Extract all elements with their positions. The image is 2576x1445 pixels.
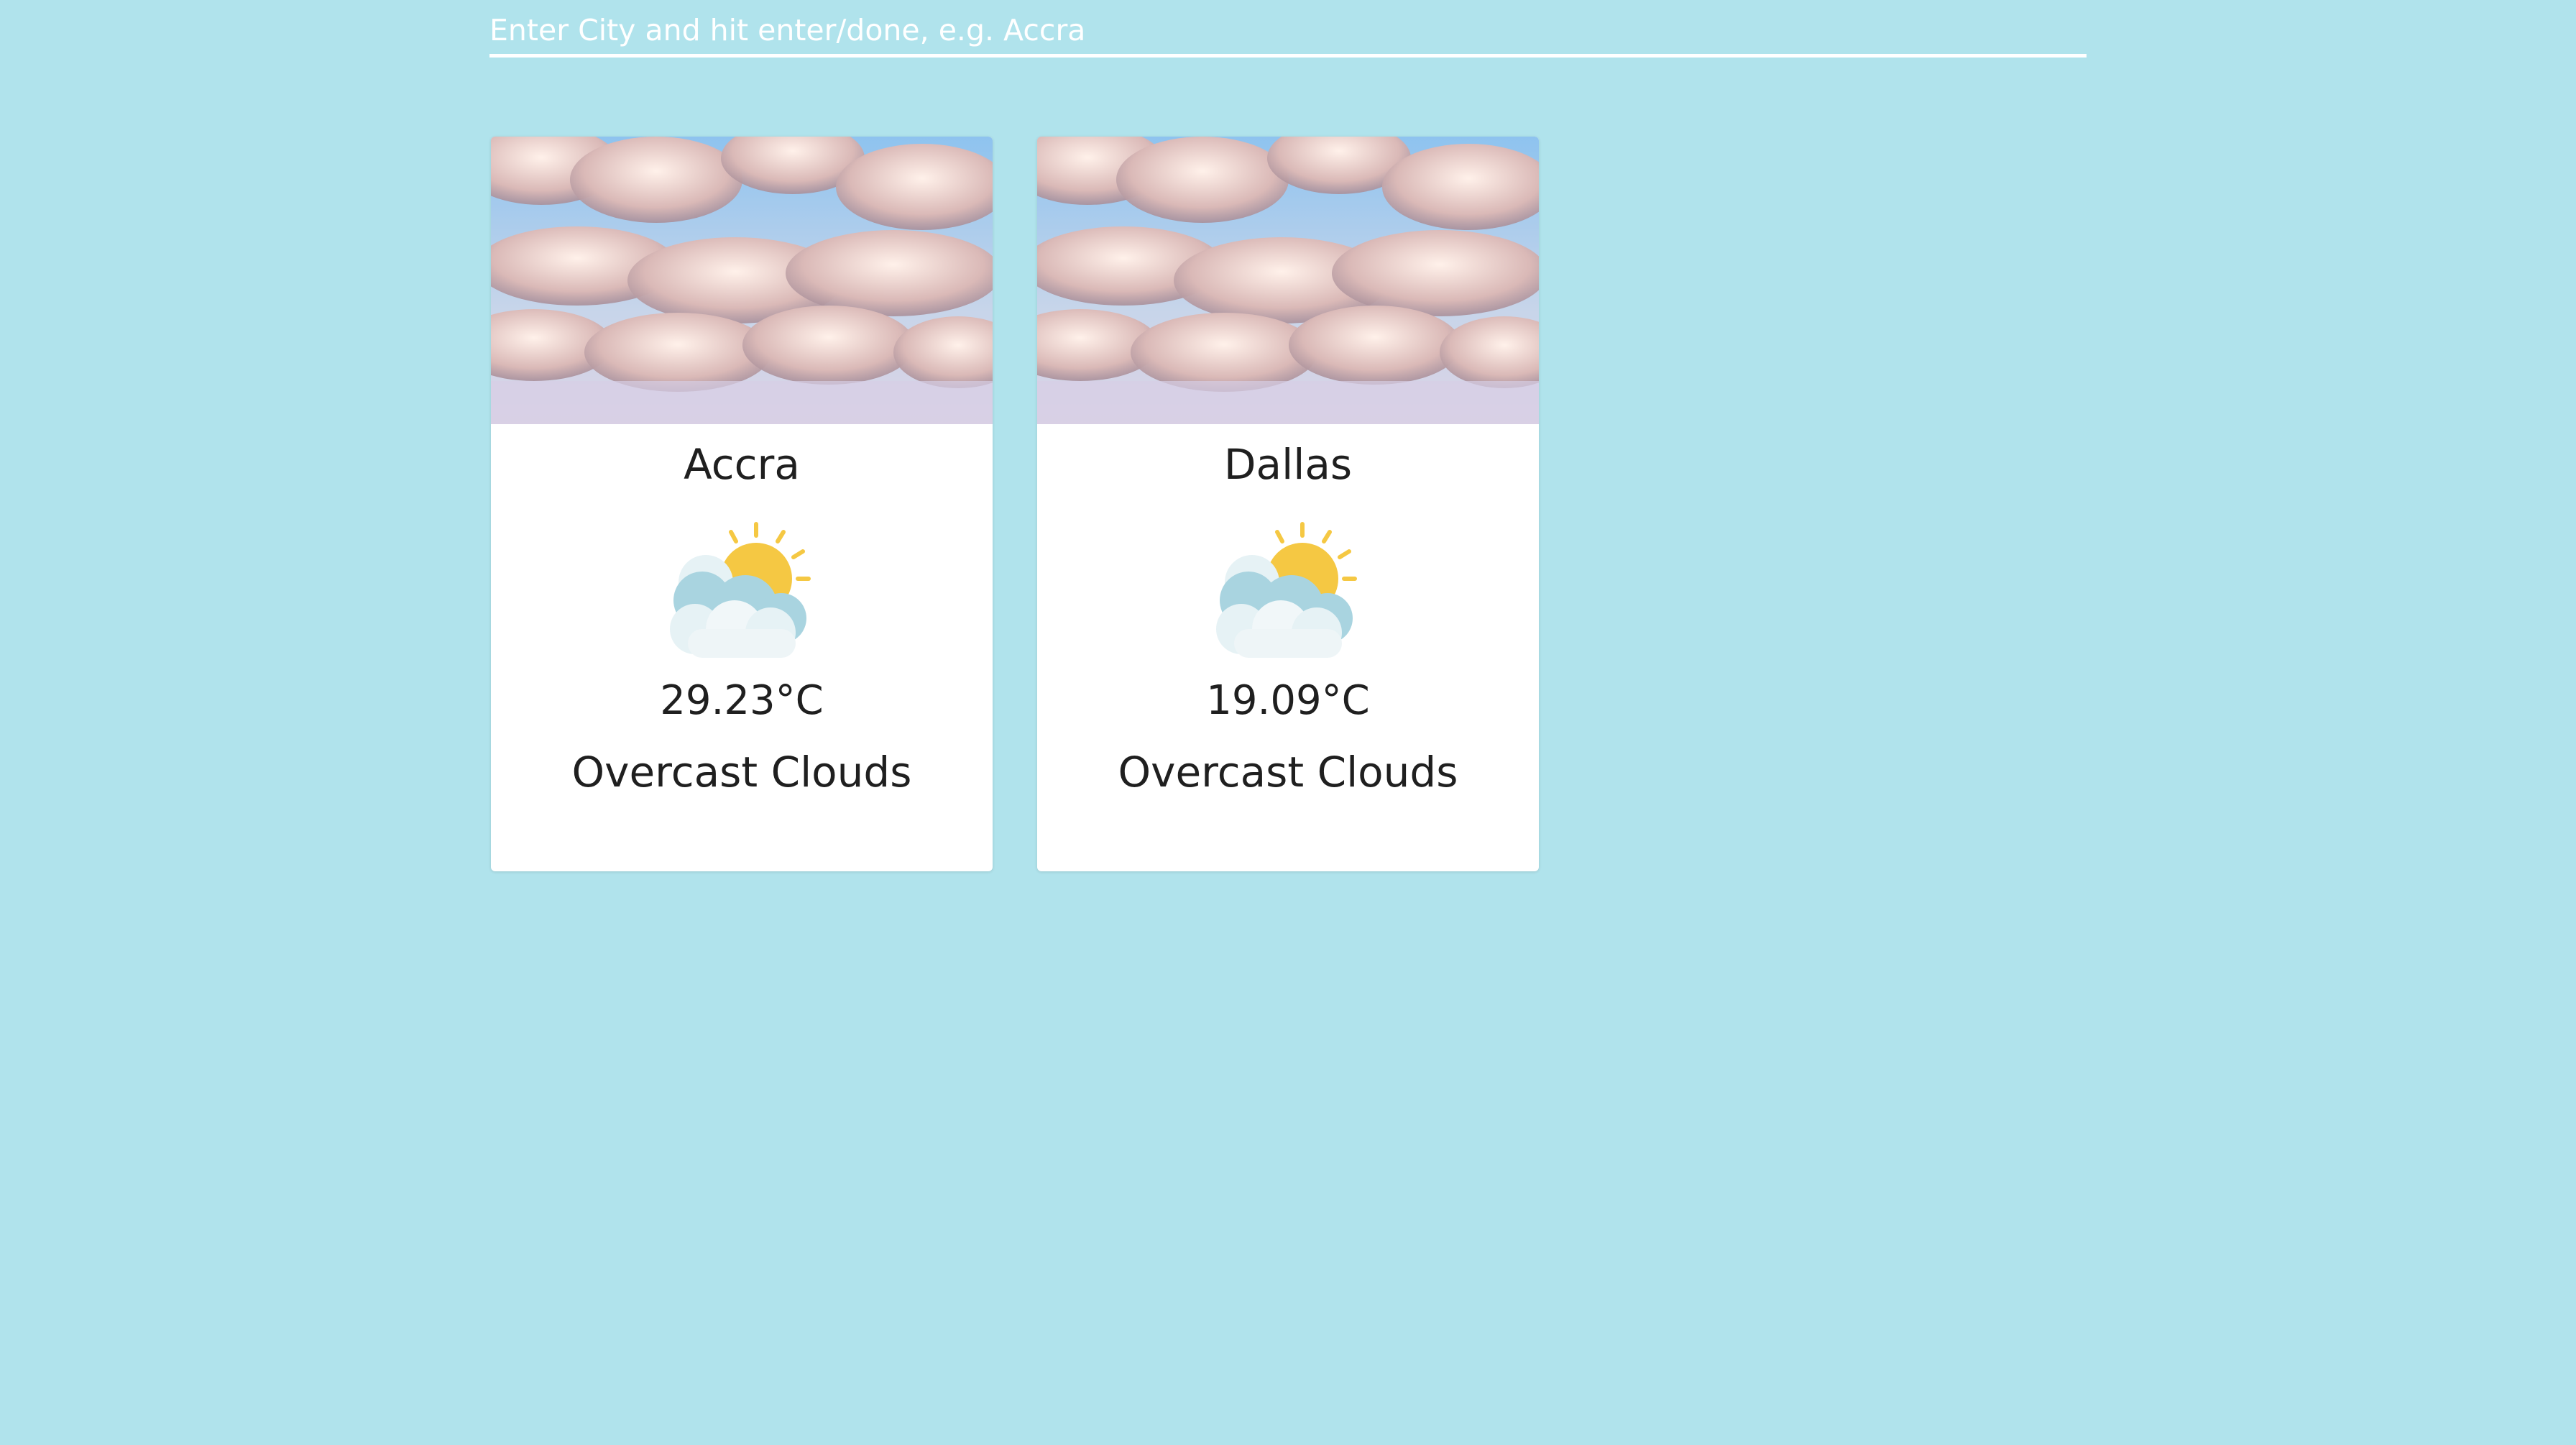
city-search-input[interactable]: [489, 6, 2087, 58]
weather-description: Overcast Clouds: [1118, 748, 1458, 797]
city-name: Dallas: [1223, 440, 1353, 489]
city-name: Accra: [684, 440, 800, 489]
cloudy-sky-image: [1037, 137, 1539, 424]
weather-description: Overcast Clouds: [571, 748, 912, 797]
temperature: 29.23°C: [660, 677, 824, 724]
weather-card-dallas: Dallas 19.09°C Overcast Clouds: [1037, 137, 1539, 871]
sun-behind-cloud-icon: [670, 522, 811, 658]
cloudy-sky-image: [491, 137, 993, 424]
weather-cards-container: Accra 29.23°C Overcast Clouds Dallas 19.…: [491, 137, 1539, 871]
weather-card-accra: Accra 29.23°C Overcast Clouds: [491, 137, 993, 871]
search-bar: [489, 0, 2087, 66]
sun-behind-cloud-icon: [1216, 522, 1357, 658]
temperature: 19.09°C: [1206, 677, 1370, 724]
